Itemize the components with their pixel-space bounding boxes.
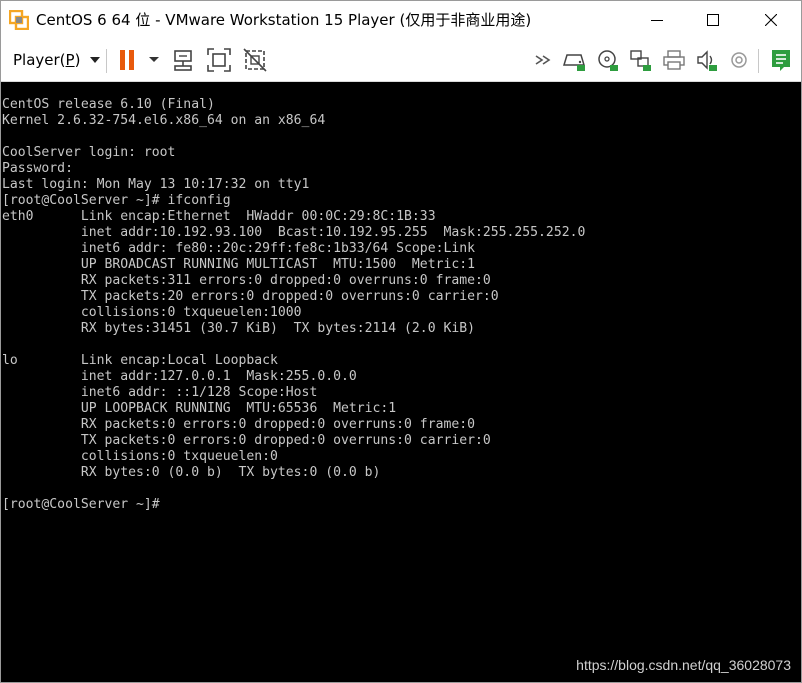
message-log-icon [772, 50, 790, 71]
printer-button[interactable] [661, 47, 687, 73]
console-line: Kernel 2.6.32-754.el6.x86_64 on an x86_6… [2, 113, 326, 128]
cd-dvd-icon [598, 50, 618, 71]
console-line: UP BROADCAST RUNNING MULTICAST MTU:1500 … [2, 257, 475, 272]
unity-mode-button[interactable] [242, 47, 268, 73]
fit-guest-icon [207, 48, 231, 72]
pause-button[interactable] [115, 47, 161, 73]
console-line: lo Link encap:Local Loopback [2, 353, 278, 368]
toolbar-separator [106, 49, 107, 73]
network-adapter-icon [630, 50, 651, 71]
hard-disk-icon [562, 54, 586, 71]
cd-dvd-button[interactable] [595, 47, 621, 73]
hard-disk-button[interactable] [562, 47, 588, 73]
usb-device-button[interactable] [726, 47, 752, 73]
console-line: collisions:0 txqueuelen:0 [2, 449, 278, 464]
window-title: CentOS 6 64 位 - VMware Workstation 15 Pl… [36, 11, 532, 29]
console-line: inet6 addr: fe80::20c:29ff:fe8c:1b33/64 … [2, 241, 475, 256]
message-log-button[interactable] [768, 47, 794, 73]
send-ctrl-alt-del-icon [174, 50, 192, 71]
unity-mode-icon [243, 48, 267, 72]
dropdown-arrow-icon [90, 57, 101, 63]
console-line: eth0 Link encap:Ethernet HWaddr 00:0C:29… [2, 209, 436, 224]
sound-card-button[interactable] [694, 47, 720, 73]
network-adapter-button[interactable] [628, 47, 654, 73]
send-ctrl-alt-del-button[interactable] [171, 47, 197, 73]
sound-card-icon [697, 50, 717, 71]
console-line: TX packets:20 errors:0 dropped:0 overrun… [2, 289, 499, 304]
fit-guest-button[interactable] [206, 47, 232, 73]
minimize-button[interactable] [631, 1, 683, 39]
close-button[interactable] [745, 1, 797, 39]
close-icon [765, 14, 777, 26]
title-bar[interactable]: CentOS 6 64 位 - VMware Workstation 15 Pl… [1, 1, 801, 39]
console-line: Last login: Mon May 13 10:17:32 on tty1 [2, 177, 310, 192]
more-devices-button[interactable] [532, 47, 558, 73]
console-line: RX packets:311 errors:0 dropped:0 overru… [2, 273, 491, 288]
toolbar-separator [758, 49, 759, 73]
toolbar: Player(P) [1, 39, 801, 82]
console-line: TX packets:0 errors:0 dropped:0 overruns… [2, 433, 491, 448]
minimize-icon [651, 20, 663, 21]
console-line: RX bytes:31451 (30.7 KiB) TX bytes:2114 … [2, 321, 475, 336]
vm-console-screen[interactable]: CentOS release 6.10 (Final) Kernel 2.6.3… [1, 82, 801, 682]
player-menu-button[interactable]: Player(P) [7, 45, 106, 75]
console-line: UP LOOPBACK RUNNING MTU:65536 Metric:1 [2, 401, 397, 416]
console-line: [root@CoolServer ~]# [2, 497, 160, 512]
pause-icon [120, 50, 159, 70]
console-line: CentOS release 6.10 (Final) [2, 97, 215, 112]
console-line: CoolServer login: root [2, 145, 176, 160]
console-line: inet addr:127.0.0.1 Mask:255.0.0.0 [2, 369, 357, 384]
vmware-player-window: CentOS 6 64 位 - VMware Workstation 15 Pl… [0, 0, 802, 683]
vmware-logo-icon [8, 9, 30, 31]
console-line: [root@CoolServer ~]# ifconfig [2, 193, 231, 208]
watermark: https://blog.csdn.net/qq_36028073 [576, 657, 791, 673]
console-line: RX packets:0 errors:0 dropped:0 overruns… [2, 417, 475, 432]
maximize-button[interactable] [687, 1, 739, 39]
maximize-icon [707, 14, 719, 26]
console-line: Password: [2, 161, 73, 176]
console-output: CentOS release 6.10 (Final) Kernel 2.6.3… [2, 97, 585, 513]
player-menu-label: Player(P) [13, 51, 81, 69]
console-line: RX bytes:0 (0.0 b) TX bytes:0 (0.0 b) [2, 465, 381, 480]
console-line: collisions:0 txqueuelen:1000 [2, 305, 302, 320]
printer-icon [663, 50, 685, 70]
usb-device-icon [731, 52, 747, 68]
console-line: inet addr:10.192.93.100 Bcast:10.192.95.… [2, 225, 586, 240]
console-line: inet6 addr: ::1/128 Scope:Host [2, 385, 318, 400]
more-devices-icon [535, 55, 551, 65]
